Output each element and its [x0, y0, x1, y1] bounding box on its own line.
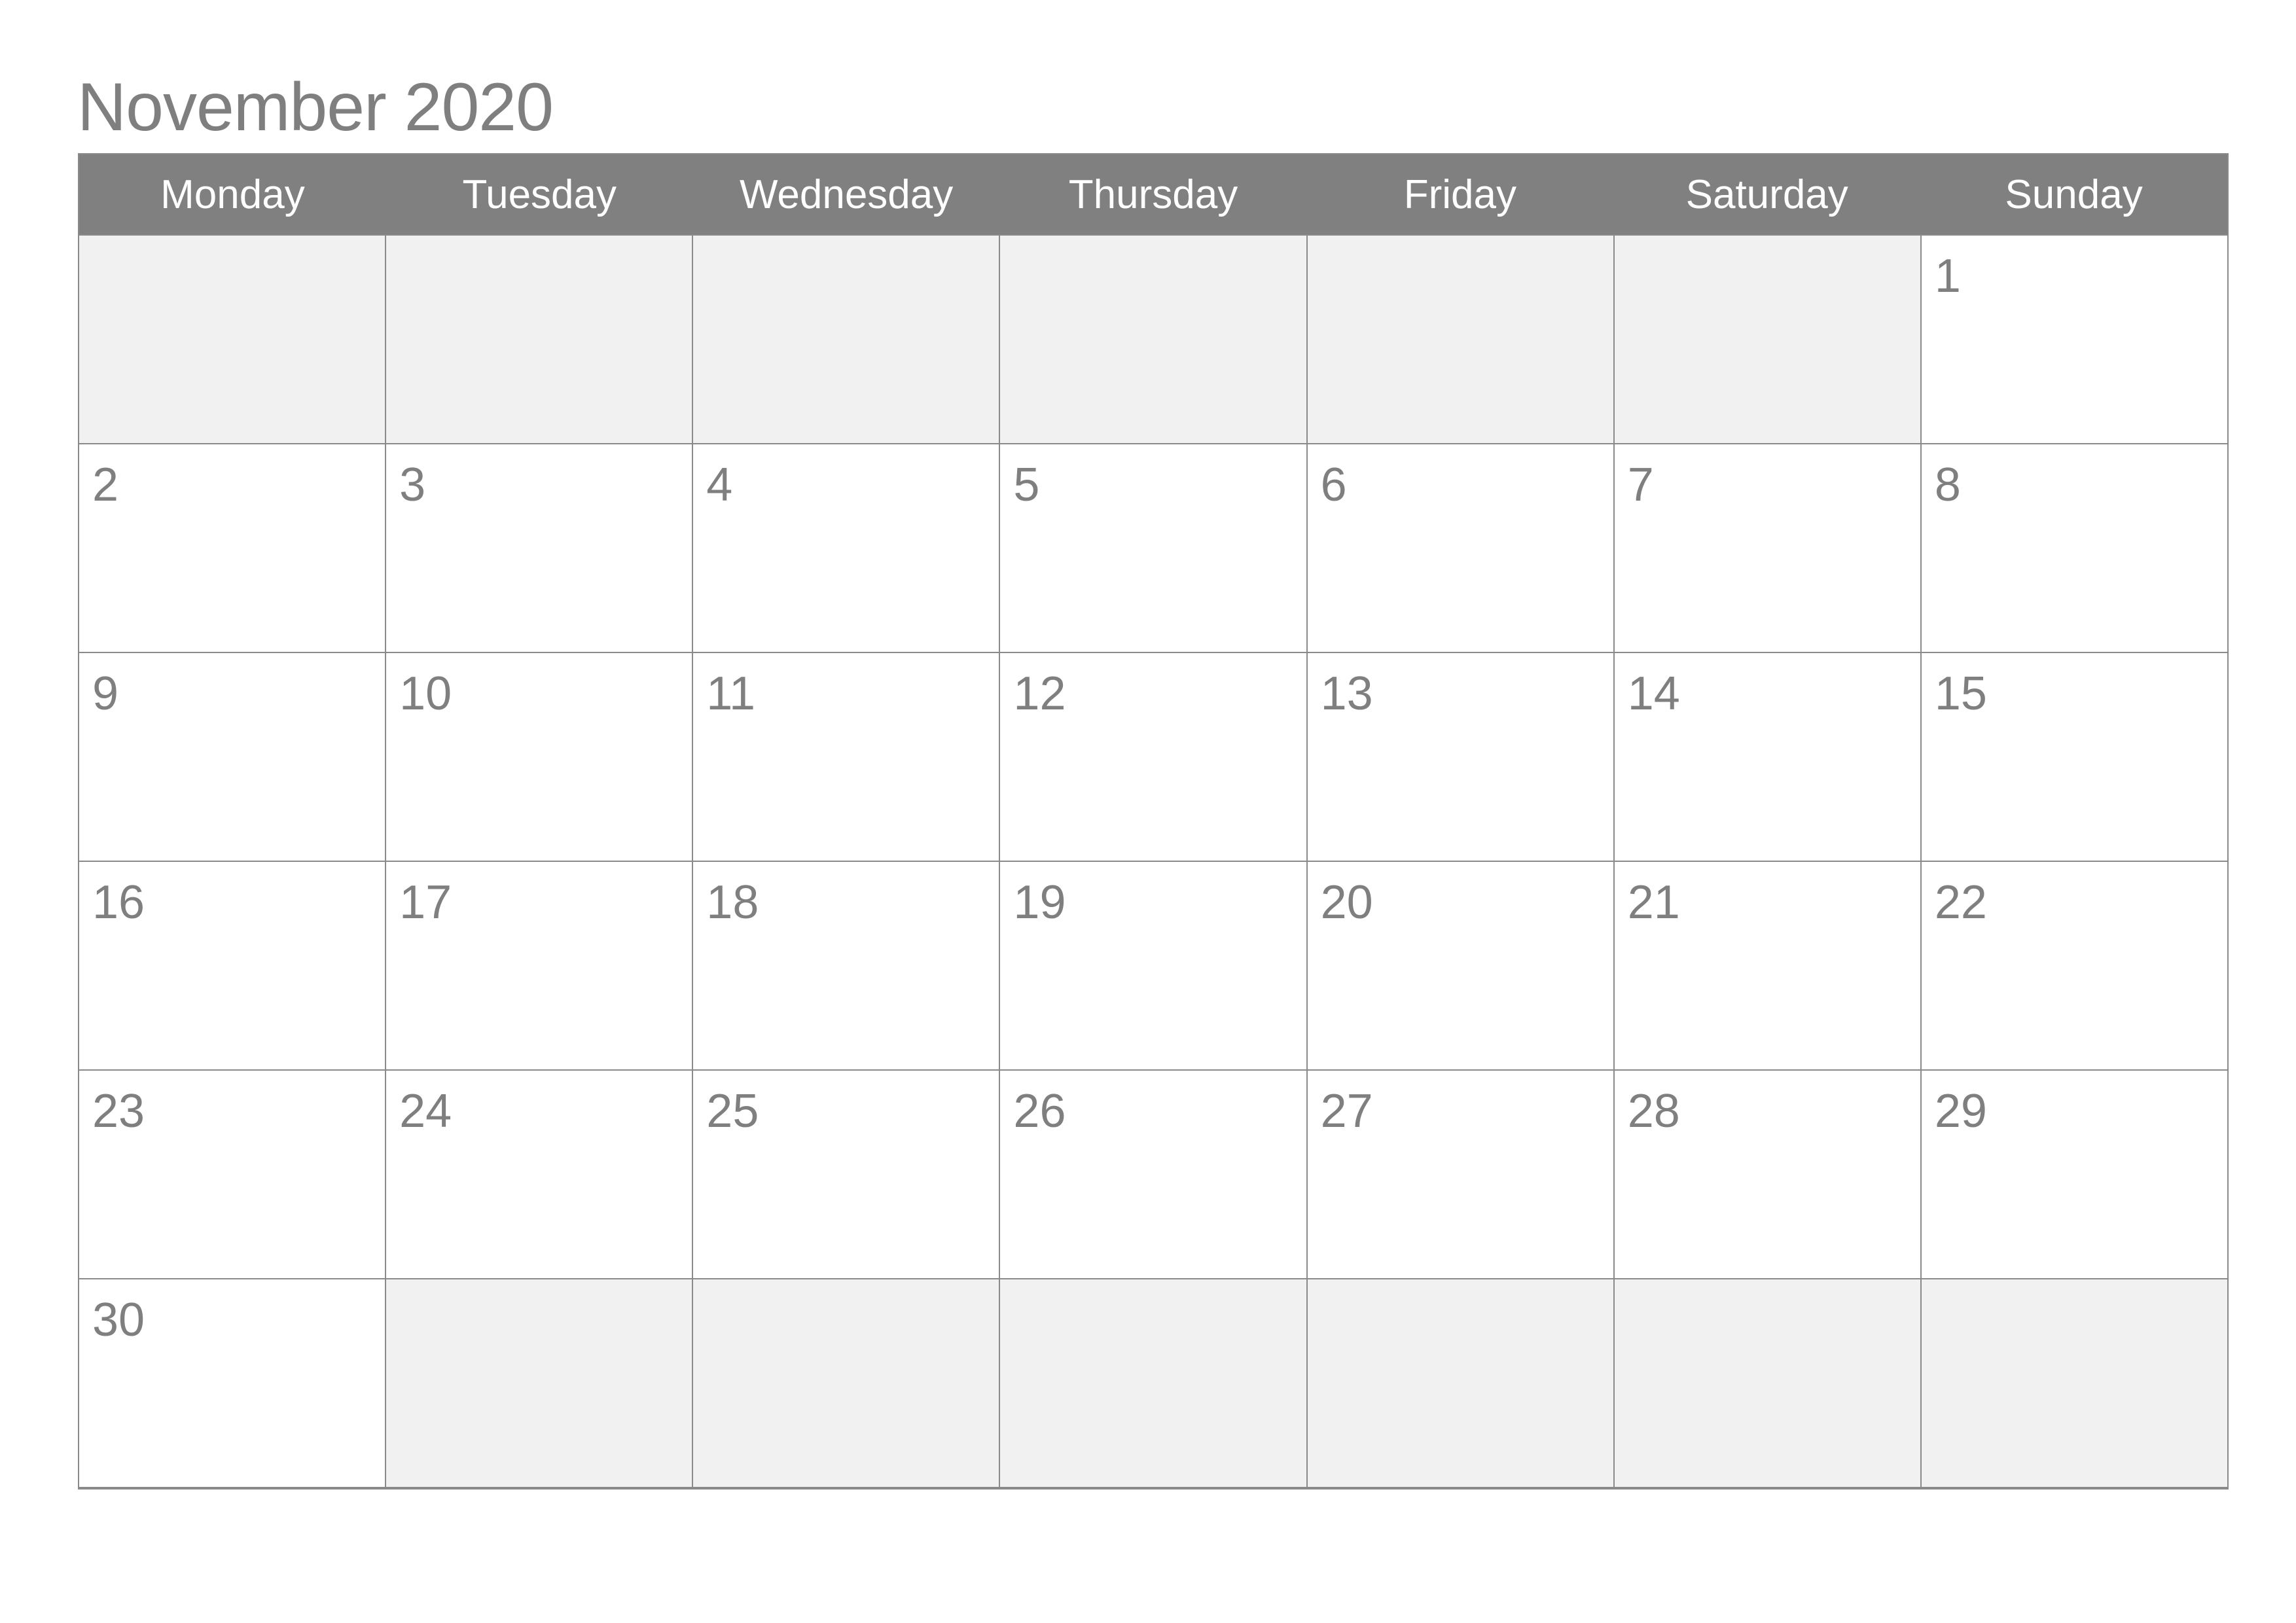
empty-day-cell	[693, 236, 1001, 444]
day-number: 24	[399, 1085, 452, 1137]
weekday-monday: Monday	[160, 171, 305, 217]
empty-day-cell	[1307, 236, 1615, 444]
empty-day-cell	[386, 1279, 694, 1488]
day-cell[interactable]: 30	[79, 1279, 387, 1488]
empty-day-cell	[1000, 236, 1308, 444]
day-number: 4	[706, 459, 733, 511]
day-cell[interactable]: 13	[1307, 653, 1615, 862]
day-number: 15	[1934, 668, 1987, 720]
day-cell[interactable]: 9	[79, 653, 387, 862]
day-cell[interactable]: 21	[1614, 862, 1922, 1071]
empty-day-cell	[1000, 1279, 1308, 1488]
weekday-thursday: Thursday	[1068, 171, 1238, 217]
day-cell[interactable]: 3	[386, 444, 694, 653]
day-cell[interactable]: 15	[1921, 653, 2229, 862]
day-number: 16	[92, 876, 145, 929]
day-number: 25	[706, 1085, 759, 1137]
day-cell[interactable]: 27	[1307, 1071, 1615, 1279]
day-cell[interactable]: 14	[1614, 653, 1922, 862]
day-cell[interactable]: 11	[693, 653, 1001, 862]
day-number: 22	[1934, 876, 1987, 929]
day-cell[interactable]: 20	[1307, 862, 1615, 1071]
day-number: 23	[92, 1085, 145, 1137]
day-number: 30	[92, 1294, 145, 1346]
day-cell[interactable]: 26	[1000, 1071, 1308, 1279]
day-number: 12	[1013, 668, 1066, 720]
day-number: 3	[399, 459, 426, 511]
day-cell[interactable]: 12	[1000, 653, 1308, 862]
day-cell[interactable]: 16	[79, 862, 387, 1071]
day-number: 19	[1013, 876, 1066, 929]
day-cell[interactable]: 8	[1921, 444, 2229, 653]
day-cell[interactable]: 6	[1307, 444, 1615, 653]
day-number: 8	[1934, 459, 1961, 511]
day-cell[interactable]: 2	[79, 444, 387, 653]
day-number: 17	[399, 876, 452, 929]
empty-day-cell	[386, 236, 694, 444]
empty-day-cell	[1614, 236, 1922, 444]
day-cell[interactable]: 23	[79, 1071, 387, 1279]
day-number: 18	[706, 876, 759, 929]
day-number: 21	[1627, 876, 1680, 929]
day-number: 29	[1934, 1085, 1987, 1137]
day-number: 9	[92, 668, 119, 720]
days-grid: 1 2 3 4 5 6 7 8 9 10 11 12 13 14 15 16 17 18 19 20 21 22 23 24 2…	[78, 236, 2229, 1489]
day-number: 13	[1320, 668, 1373, 720]
day-cell[interactable]: 25	[693, 1071, 1001, 1279]
day-number: 20	[1320, 876, 1373, 929]
weekday-sunday: Sunday	[2005, 171, 2143, 217]
weekday-wednesday: Wednesday	[739, 171, 954, 217]
day-cell[interactable]: 18	[693, 862, 1001, 1071]
day-cell[interactable]: 4	[693, 444, 1001, 653]
day-cell[interactable]: 24	[386, 1071, 694, 1279]
weekday-saturday: Saturday	[1685, 171, 1848, 217]
empty-day-cell	[1614, 1279, 1922, 1488]
day-number: 28	[1627, 1085, 1680, 1137]
day-cell[interactable]: 10	[386, 653, 694, 862]
day-number: 6	[1320, 459, 1347, 511]
day-cell[interactable]: 22	[1921, 862, 2229, 1071]
weekday-friday: Friday	[1403, 171, 1516, 217]
day-cell[interactable]: 1	[1921, 236, 2229, 444]
empty-day-cell	[1921, 1279, 2229, 1488]
day-number: 14	[1627, 668, 1680, 720]
day-number: 2	[92, 459, 119, 511]
day-cell[interactable]: 19	[1000, 862, 1308, 1071]
day-number: 7	[1627, 459, 1654, 511]
day-number: 5	[1013, 459, 1040, 511]
day-number: 1	[1934, 250, 1961, 302]
day-number: 26	[1013, 1085, 1066, 1137]
day-cell[interactable]: 28	[1614, 1071, 1922, 1279]
empty-day-cell	[1307, 1279, 1615, 1488]
day-cell[interactable]: 17	[386, 862, 694, 1071]
day-number: 11	[706, 668, 756, 720]
calendar-title: November 2020	[77, 69, 554, 145]
day-cell[interactable]: 7	[1614, 444, 1922, 653]
day-number: 10	[399, 668, 452, 720]
empty-day-cell	[79, 236, 387, 444]
weekday-tuesday: Tuesday	[462, 171, 617, 217]
day-cell[interactable]: 5	[1000, 444, 1308, 653]
day-number: 27	[1320, 1085, 1373, 1137]
weekday-header: Monday Tuesday Wednesday Thursday Friday…	[78, 153, 2229, 236]
empty-day-cell	[693, 1279, 1001, 1488]
calendar-grid: Monday Tuesday Wednesday Thursday Friday…	[78, 153, 2229, 1489]
day-cell[interactable]: 29	[1921, 1071, 2229, 1279]
